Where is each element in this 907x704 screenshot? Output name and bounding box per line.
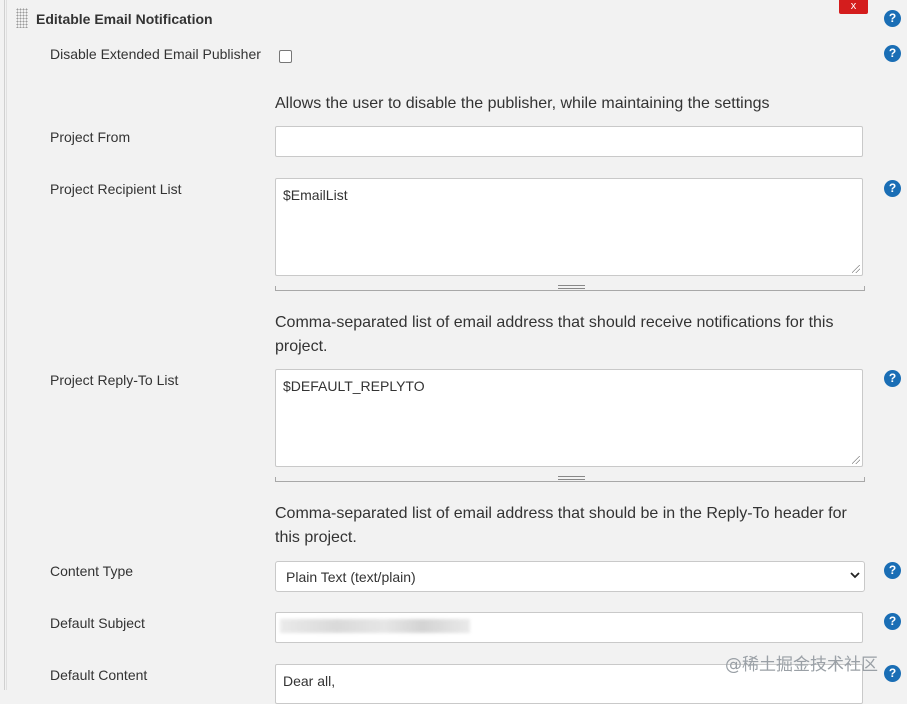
- content-type-select[interactable]: Plain Text (text/plain): [275, 561, 865, 592]
- default-content-help-icon[interactable]: ?: [884, 665, 901, 682]
- disable-publisher-checkbox[interactable]: [279, 50, 292, 63]
- reply-to-list-help-icon[interactable]: ?: [884, 370, 901, 387]
- section-title: Editable Email Notification: [36, 11, 213, 27]
- disable-publisher-help-icon[interactable]: ?: [884, 45, 901, 62]
- resize-grip-icon[interactable]: [852, 456, 860, 464]
- left-border-inner: [6, 0, 7, 690]
- default-subject-help-icon[interactable]: ?: [884, 613, 901, 630]
- recipient-list-value: $EmailList: [283, 187, 348, 203]
- left-border: [4, 0, 5, 690]
- help-icon[interactable]: ?: [884, 10, 901, 27]
- expand-handle-icon[interactable]: [558, 285, 585, 289]
- redacted-text: [280, 619, 470, 633]
- recipient-list-description: Comma-separated list of email address th…: [275, 314, 834, 355]
- project-from-input[interactable]: [275, 126, 863, 157]
- resize-grip-icon[interactable]: [852, 265, 860, 273]
- disable-publisher-description: Allows the user to disable the publisher…: [275, 95, 770, 112]
- recipient-list-label: Project Recipient List: [50, 181, 182, 197]
- expand-handle-icon[interactable]: [558, 476, 585, 480]
- reply-to-list-expand-bar[interactable]: [275, 476, 865, 482]
- drag-handle-icon[interactable]: [16, 8, 28, 28]
- chevron-down-icon: [850, 572, 860, 579]
- reply-to-list-value: $DEFAULT_REPLYTO: [283, 378, 425, 394]
- project-from-label: Project From: [50, 129, 131, 145]
- recipient-list-help-icon[interactable]: ?: [884, 180, 901, 197]
- recipient-list-expand-bar[interactable]: [275, 285, 865, 291]
- content-type-help-icon[interactable]: ?: [884, 562, 901, 579]
- default-content-label: Default Content: [50, 667, 148, 683]
- recipient-list-textarea[interactable]: $EmailList: [275, 178, 863, 276]
- content-type-label: Content Type: [50, 563, 134, 579]
- reply-to-list-label: Project Reply-To List: [50, 372, 179, 388]
- reply-to-list-description: Comma-separated list of email address th…: [275, 505, 847, 546]
- default-subject-label: Default Subject: [50, 615, 145, 631]
- reply-to-list-textarea[interactable]: $DEFAULT_REPLYTO: [275, 369, 863, 467]
- disable-publisher-label: Disable Extended Email Publisher: [50, 46, 261, 62]
- default-content-value: Dear all,: [283, 673, 336, 689]
- watermark: @稀土掘金技术社区: [725, 655, 878, 675]
- content-type-selected: Plain Text (text/plain): [286, 569, 416, 585]
- delete-section-button[interactable]: x: [839, 0, 868, 14]
